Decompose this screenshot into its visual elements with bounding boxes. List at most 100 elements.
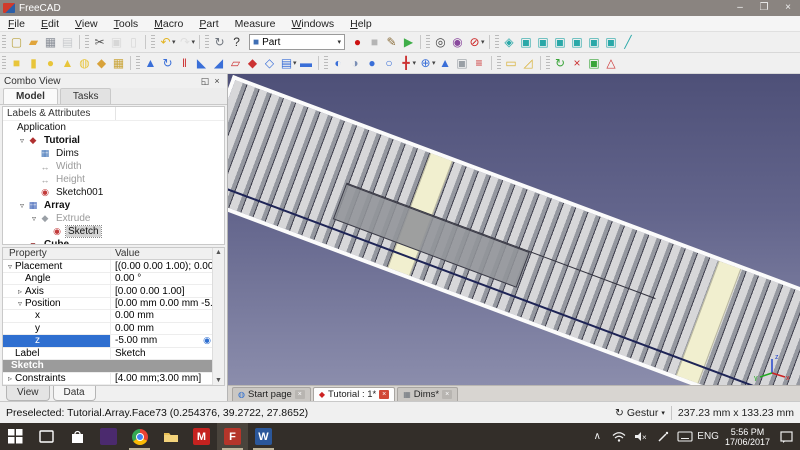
tab-data[interactable]: Data — [53, 386, 96, 401]
split-features-dropdown-icon[interactable]: ▾ — [432, 59, 436, 67]
fit-all-icon[interactable]: ◎ — [432, 34, 449, 51]
tray-action-center-icon[interactable] — [776, 423, 796, 450]
tab-tasks[interactable]: Tasks — [60, 88, 112, 104]
navigation-style-dropdown[interactable]: ↻ Gestur ▾ — [615, 407, 665, 419]
property-row-position[interactable]: ▿Position[0.00 mm 0.00 mm -5.00 mm] — [3, 298, 224, 310]
macro-play-icon[interactable]: ▶ — [400, 34, 417, 51]
close-tab-icon[interactable]: × — [379, 390, 389, 399]
save-icon[interactable]: ▦ — [42, 34, 59, 51]
tray-wifi-icon[interactable] — [609, 423, 629, 450]
defeaturing-icon[interactable]: ▣ — [454, 55, 471, 72]
menu-help[interactable]: Help — [342, 16, 380, 32]
sweep-icon[interactable]: ◇ — [261, 55, 278, 72]
cut-icon[interactable]: ◑ — [347, 55, 364, 72]
property-row-placement[interactable]: ▿Placement[(0.00 0.00 1.00); 0.00 °; (0.… — [3, 260, 224, 272]
taskbar-store-icon[interactable] — [62, 423, 93, 450]
view-top-icon[interactable]: ▣ — [535, 34, 552, 51]
print-icon[interactable]: ▤ — [59, 34, 76, 51]
property-row-y[interactable]: y0.00 mm — [3, 323, 224, 335]
expander-icon[interactable]: ▿ — [29, 214, 39, 223]
tree-item-dims[interactable]: ▦Dims — [3, 147, 224, 160]
macro-edit-icon[interactable]: ✎ — [383, 34, 400, 51]
tree-item-application[interactable]: Application — [3, 121, 224, 134]
menu-edit[interactable]: Edit — [33, 16, 67, 32]
boolean-icon[interactable]: ◐ — [330, 55, 347, 72]
macro-stop-icon[interactable]: ■ — [366, 34, 383, 51]
part-torus-icon[interactable]: ◍ — [76, 55, 93, 72]
taskbar-chrome-icon[interactable] — [124, 423, 155, 450]
expander-icon[interactable]: ▿ — [5, 262, 15, 271]
redo-icon[interactable]: ↷ — [177, 34, 194, 51]
join-features-dropdown-icon[interactable]: ▾ — [413, 59, 417, 67]
open-folder-icon[interactable]: ▰ — [25, 34, 42, 51]
expander-icon[interactable]: ▹ — [15, 287, 25, 296]
workbench-selector[interactable]: ■Part▾ — [249, 34, 345, 50]
expander-icon[interactable]: ▿ — [15, 299, 25, 308]
close-tab-icon[interactable]: × — [295, 390, 305, 399]
menu-windows[interactable]: Windows — [283, 16, 342, 32]
property-row-label[interactable]: LabelSketch — [3, 348, 224, 360]
fillet-icon[interactable]: ◣ — [193, 55, 210, 72]
chamfer-icon[interactable]: ◢ — [210, 55, 227, 72]
taskbar-freecad-icon[interactable]: F — [217, 423, 248, 450]
extrude-icon[interactable]: ▲ — [142, 55, 159, 72]
expander-icon[interactable]: ▹ — [5, 374, 15, 383]
new-file-icon[interactable]: ▢ — [8, 34, 25, 51]
taskbar-word-icon[interactable]: W — [248, 423, 279, 450]
cross-section-icon[interactable]: ≡ — [471, 55, 488, 72]
view-front-icon[interactable]: ▣ — [518, 34, 535, 51]
property-row-z[interactable]: z-5.00 mm◉▴▾ — [3, 335, 224, 347]
close-button[interactable]: × — [776, 0, 800, 16]
tray-hidden-icons-icon[interactable]: ∧ — [587, 423, 607, 450]
document-tab-dims-[interactable]: ▦Dims*× — [397, 387, 458, 401]
measure-toggle-3d-icon[interactable]: ▣ — [586, 55, 603, 72]
property-row-sketch[interactable]: Sketch — [3, 360, 224, 372]
cross-sections-dropdown-icon[interactable]: ▾ — [293, 59, 297, 67]
tab-model[interactable]: Model — [3, 88, 58, 104]
3d-viewport[interactable]: z x y ◍Start page×◆Tutorial : 1*×▦Dims*× — [228, 74, 800, 401]
part-sphere-icon[interactable]: ● — [42, 55, 59, 72]
view-bottom-icon[interactable]: ▣ — [586, 34, 603, 51]
measure-linear-icon[interactable]: ▭ — [503, 55, 520, 72]
restore-button[interactable]: ❐ — [752, 0, 776, 16]
tray-pen-icon[interactable] — [653, 423, 673, 450]
tab-view[interactable]: View — [6, 386, 50, 401]
part-cylinder-icon[interactable]: ▮ — [25, 55, 42, 72]
panel-close-icon[interactable]: × — [211, 76, 223, 86]
close-tab-icon[interactable]: × — [442, 390, 452, 399]
highlight-slat-2[interactable] — [676, 261, 741, 384]
array-model[interactable] — [228, 75, 800, 385]
part-box-icon[interactable]: ■ — [8, 55, 25, 72]
view-right-icon[interactable]: ▣ — [552, 34, 569, 51]
view-axonometric-icon[interactable]: ◈ — [501, 34, 518, 51]
property-row-axis[interactable]: ▹Axis[0.00 0.00 1.00] — [3, 285, 224, 297]
taskbar-gmail-icon[interactable]: M — [186, 423, 217, 450]
refresh-icon[interactable]: ↻ — [211, 34, 228, 51]
tree-item-width[interactable]: ↔Width — [3, 160, 224, 173]
measure-clear-icon[interactable]: × — [569, 55, 586, 72]
tree-item-cube[interactable]: ■Cube — [3, 238, 224, 245]
union-icon[interactable]: ● — [364, 55, 381, 72]
menu-macro[interactable]: Macro — [146, 16, 191, 32]
property-value[interactable]: -5.00 mm — [115, 335, 157, 346]
copy-icon[interactable]: ▣ — [108, 34, 125, 51]
tree-item-array[interactable]: ▿▦Array — [3, 199, 224, 212]
draw-style-dropdown-icon[interactable]: ▾ — [481, 38, 485, 46]
language-indicator[interactable]: ENG — [697, 423, 719, 450]
view-rear-icon[interactable]: ▣ — [569, 34, 586, 51]
tray-volume-muted-icon[interactable]: × — [631, 423, 651, 450]
taskbar-task-view-icon[interactable] — [31, 423, 62, 450]
paste-icon[interactable]: ▯ — [125, 34, 142, 51]
menu-part[interactable]: Part — [191, 16, 226, 32]
expression-editor-icon[interactable]: ◉ — [203, 335, 211, 346]
mirror-icon[interactable]: ‖ — [176, 55, 193, 72]
shape-builder-icon[interactable]: ◆ — [93, 55, 110, 72]
revolve-icon[interactable]: ↻ — [159, 55, 176, 72]
menu-view[interactable]: View — [67, 16, 106, 32]
taskbar-clock[interactable]: 5:56 PM17/06/2017 — [721, 427, 774, 447]
tree-item-extrude[interactable]: ▿◆Extrude — [3, 212, 224, 225]
create-primitives-icon[interactable]: ▦ — [110, 55, 127, 72]
whats-this-icon[interactable]: ? — [228, 34, 245, 51]
property-row-angle[interactable]: Angle0.00 ° — [3, 273, 224, 285]
menu-file[interactable]: File — [0, 16, 33, 32]
